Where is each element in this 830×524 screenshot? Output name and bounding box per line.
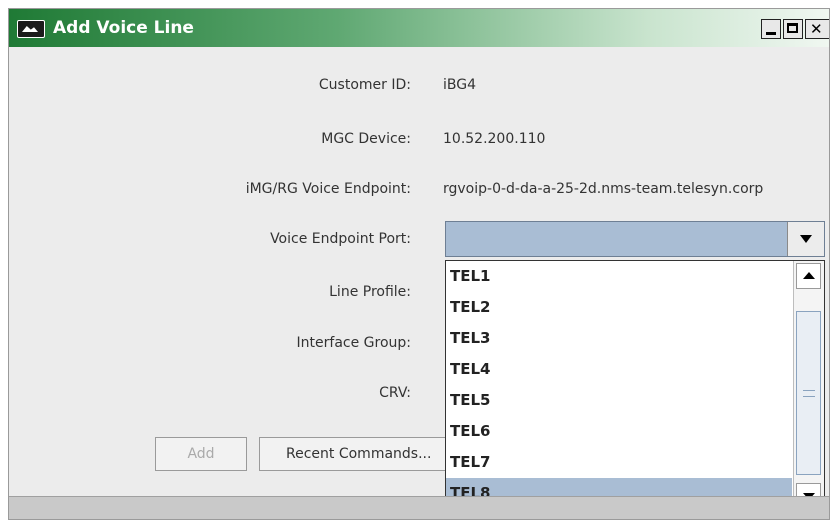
dropdown-scrollbar[interactable] <box>793 261 824 511</box>
dropdown-option-tel4[interactable]: TEL4 <box>446 354 792 385</box>
mgc-device-value: 10.52.200.110 <box>443 131 546 147</box>
minimize-button[interactable] <box>761 19 781 39</box>
chevron-down-icon[interactable] <box>787 222 824 256</box>
app-logo-icon <box>17 20 45 38</box>
customer-id-value: iBG4 <box>443 77 477 93</box>
dropdown-option-tel7[interactable]: TEL7 <box>446 447 792 478</box>
scroll-up-arrow-icon[interactable] <box>796 263 821 289</box>
interface-group-label: Interface Group: <box>296 335 411 351</box>
recent-commands-button[interactable]: Recent Commands... <box>259 437 459 471</box>
line-profile-label: Line Profile: <box>329 284 411 300</box>
title-bar[interactable]: Add Voice Line <box>9 9 829 47</box>
dropdown-option-tel6[interactable]: TEL6 <box>446 416 792 447</box>
voice-endpoint-port-dropdown: TEL1 TEL2 TEL3 TEL4 TEL5 TEL6 TEL7 TEL8 <box>445 260 825 512</box>
mgc-device-label: MGC Device: <box>321 131 411 147</box>
add-voice-line-window: Add Voice Line Customer ID: iBG4 MGC Dev… <box>8 8 830 520</box>
close-button[interactable] <box>805 19 829 39</box>
voice-endpoint-value: rgvoip-0-d-da-a-25-2d.nms-team.telesyn.c… <box>443 181 764 197</box>
dropdown-option-tel2[interactable]: TEL2 <box>446 292 792 323</box>
dropdown-option-tel5[interactable]: TEL5 <box>446 385 792 416</box>
status-bar <box>9 496 829 519</box>
voice-endpoint-label: iMG/RG Voice Endpoint: <box>245 181 411 197</box>
voice-endpoint-port-select[interactable] <box>445 221 825 257</box>
add-button[interactable]: Add <box>155 437 247 471</box>
dropdown-option-tel1[interactable]: TEL1 <box>446 261 792 292</box>
dropdown-option-tel3[interactable]: TEL3 <box>446 323 792 354</box>
scrollbar-thumb[interactable] <box>796 311 821 475</box>
crv-label: CRV: <box>379 385 411 401</box>
window-title: Add Voice Line <box>53 18 194 38</box>
voice-endpoint-port-label: Voice Endpoint Port: <box>270 231 411 247</box>
maximize-button[interactable] <box>783 19 803 39</box>
customer-id-label: Customer ID: <box>318 77 411 93</box>
